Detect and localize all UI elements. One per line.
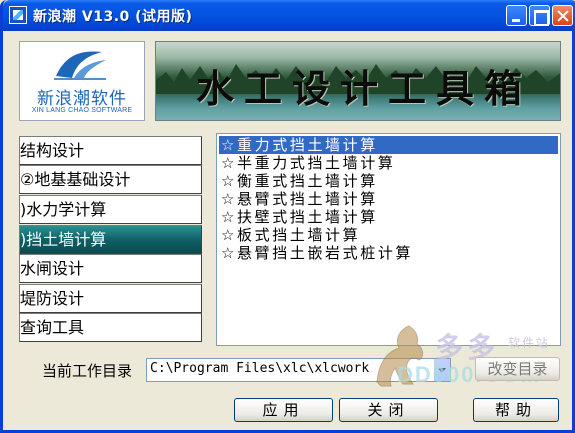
workdir-combobox[interactable]: C:\Program Files\xlc\xlcwork — [146, 358, 451, 382]
category-levee-design[interactable]: 堤防设计 — [19, 284, 202, 313]
list-item[interactable]: ☆悬臂挡土嵌岩式桩计算 — [219, 244, 558, 262]
close-button[interactable]: 关闭 — [339, 398, 438, 422]
maximize-button[interactable] — [529, 5, 550, 26]
minimize-button[interactable] — [506, 5, 527, 26]
category-retaining-wall[interactable]: )挡土墙计算 — [19, 225, 202, 254]
list-item[interactable]: ☆衡重式挡土墙计算 — [219, 172, 558, 190]
banner-title: 水工设计工具箱 — [196, 66, 533, 111]
chevron-down-icon[interactable] — [433, 359, 450, 381]
category-sluice-design[interactable]: 水闸设计 — [19, 254, 202, 283]
app-window: 新浪潮 V13.0 (试用版) 新浪潮软件 XIN LANG CHAO SOFT… — [0, 0, 575, 433]
apply-button[interactable]: 应用 — [234, 398, 333, 422]
logo-name: 新浪潮软件 — [37, 89, 127, 109]
category-structure-design[interactable]: 结构设计 — [19, 136, 202, 165]
workdir-value[interactable]: C:\Program Files\xlc\xlcwork — [150, 361, 369, 376]
tool-list[interactable]: ☆重力式挡土墙计算 ☆半重力式挡土墙计算 ☆衡重式挡土墙计算 ☆悬臂式挡土墙计算… — [216, 133, 561, 346]
company-logo: 新浪潮软件 XIN LANG CHAO SOFTWARE — [19, 41, 145, 121]
close-window-button[interactable] — [552, 5, 573, 26]
header-banner: 水工设计工具箱 — [155, 41, 561, 121]
title-bar[interactable]: 新浪潮 V13.0 (试用版) — [3, 0, 575, 31]
list-item[interactable]: ☆板式挡土墙计算 — [219, 226, 558, 244]
category-query-tools[interactable]: 查询工具 — [19, 313, 202, 342]
category-foundation-design[interactable]: ②地基基础设计 — [19, 165, 202, 194]
list-item[interactable]: ☆重力式挡土墙计算 — [219, 136, 558, 154]
list-item[interactable]: ☆悬臂式挡土墙计算 — [219, 190, 558, 208]
category-hydraulics[interactable]: )水力学计算 — [19, 195, 202, 224]
logo-subtitle: XIN LANG CHAO SOFTWARE — [31, 107, 133, 114]
wave-logo-icon — [54, 51, 106, 80]
window-title: 新浪潮 V13.0 (试用版) — [33, 9, 193, 25]
list-item[interactable]: ☆半重力式挡土墙计算 — [219, 154, 558, 172]
app-icon[interactable] — [9, 6, 27, 24]
change-directory-button[interactable]: 改变目录 — [475, 357, 560, 381]
list-item[interactable]: ☆扶壁式挡土墙计算 — [219, 208, 558, 226]
help-button[interactable]: 帮助 — [473, 398, 559, 422]
workdir-label: 当前工作目录 — [42, 362, 133, 380]
